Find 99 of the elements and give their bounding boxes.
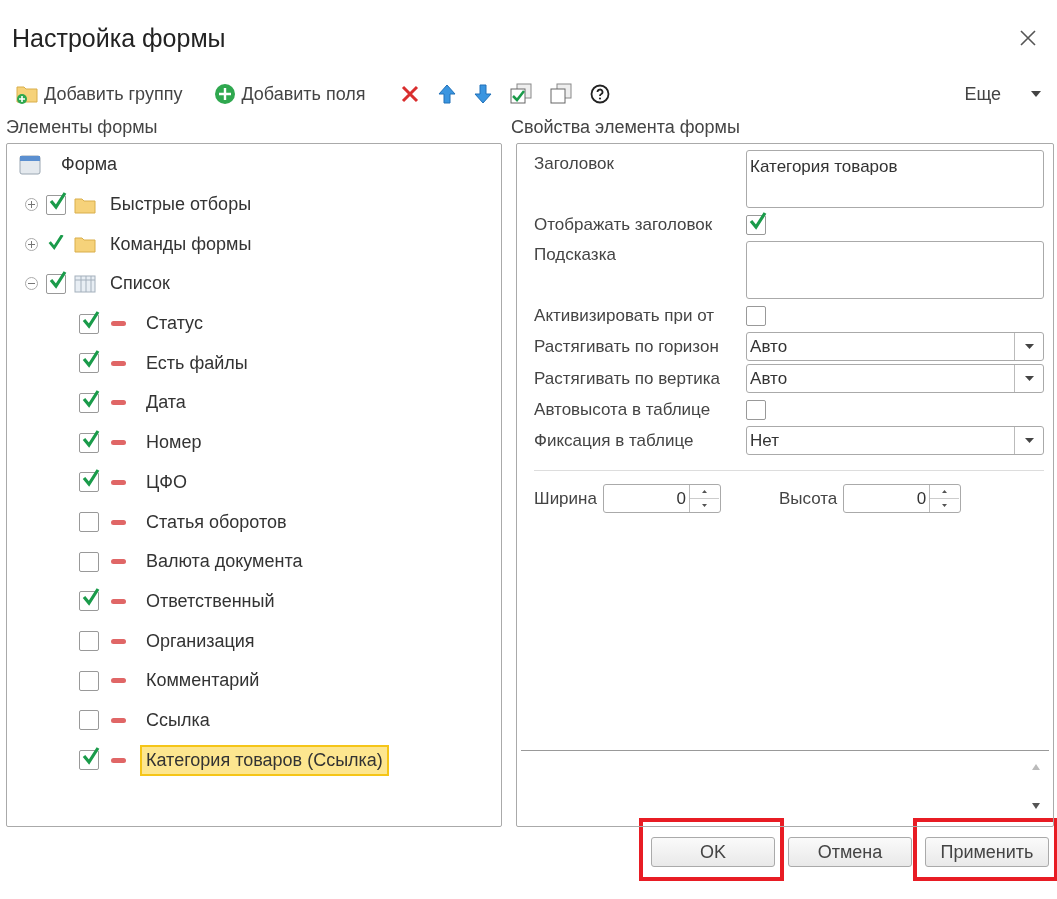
help-icon[interactable] [589, 84, 610, 104]
tree-item[interactable]: Номер [140, 427, 208, 459]
checkbox[interactable] [746, 305, 767, 326]
folder-add-icon [15, 83, 39, 105]
tree-item[interactable]: Статья оборотов [140, 506, 293, 538]
field-icon [111, 598, 126, 604]
field-icon [111, 559, 126, 565]
tree-item[interactable]: ЦФО [140, 466, 193, 498]
tree-item[interactable]: Форма [55, 149, 124, 181]
check-icon [81, 468, 101, 489]
caret-icon[interactable] [1024, 438, 1034, 443]
field-icon [111, 360, 126, 366]
dialog-button[interactable]: OK [651, 837, 775, 867]
check-icon [81, 746, 101, 767]
checkbox[interactable] [79, 512, 99, 533]
checkbox[interactable] [79, 392, 99, 413]
field-icon [111, 717, 126, 723]
caret-icon[interactable] [1024, 344, 1034, 349]
checkbox[interactable] [746, 214, 767, 235]
section-title: Свойства элемента формы [511, 116, 741, 139]
text-area[interactable]: Категория товаров [746, 150, 1044, 208]
dialog-button[interactable]: Отмена [788, 837, 912, 867]
checkbox[interactable] [46, 194, 66, 215]
check-icon [81, 349, 101, 370]
tree-item[interactable]: Список [104, 268, 176, 300]
tree-item[interactable]: Быстрые отборы [104, 189, 258, 221]
field-icon [111, 479, 126, 485]
caret-icon [1031, 91, 1041, 97]
field-icon [111, 757, 126, 763]
field-icon [111, 321, 126, 327]
checkbox[interactable] [79, 670, 99, 691]
tree-item[interactable]: Ответственный [140, 585, 281, 617]
section-title: Элементы формы [6, 116, 159, 139]
pages-icon[interactable] [549, 83, 572, 105]
check-icon [48, 190, 68, 211]
caret-icon[interactable] [1024, 376, 1034, 381]
property-label: Отображать заголовок [534, 213, 714, 236]
checkbox[interactable] [746, 399, 767, 420]
number-field[interactable]: 0 [602, 484, 721, 513]
text-area[interactable] [746, 241, 1044, 299]
table-icon [74, 274, 96, 293]
checkbox[interactable] [79, 432, 99, 453]
field-icon [111, 400, 126, 406]
field-icon [111, 440, 126, 446]
form-icon [19, 154, 41, 175]
checkbox[interactable] [79, 313, 99, 334]
size-label: Ширина [534, 488, 597, 509]
property-label: Автовысота в таблице [534, 398, 712, 421]
property-label: Заголовок [534, 153, 615, 175]
checkbox[interactable] [46, 273, 66, 294]
checkbox[interactable] [79, 710, 99, 731]
check-icon [81, 587, 101, 608]
tree-item[interactable]: Валюта документа [140, 546, 309, 578]
check-icon [81, 388, 101, 409]
arrow-down-icon[interactable] [473, 84, 492, 104]
check-icon [48, 269, 68, 290]
property-label: Фиксация в таблице [534, 429, 695, 452]
tree-item[interactable]: Категория товаров (Ссылка) [140, 744, 389, 776]
property-label: Активизировать при от [534, 304, 716, 327]
arrow-up-icon[interactable] [437, 84, 456, 104]
dropdown-field[interactable]: Авто [746, 332, 1044, 361]
tree-item[interactable]: Комментарий [140, 665, 266, 697]
property-label: Подсказка [534, 244, 617, 266]
dropdown-field[interactable]: Нет [746, 426, 1044, 455]
window-title: Настройка формы [12, 23, 226, 53]
tree-item[interactable]: Организация [140, 625, 261, 657]
folder-icon [74, 235, 96, 254]
dropdown-field[interactable]: Авто [746, 364, 1044, 393]
checkbox[interactable] [79, 631, 99, 652]
tree-item[interactable]: Дата [140, 387, 192, 419]
checkbox[interactable] [79, 472, 99, 493]
checked-pages-icon[interactable] [509, 83, 532, 105]
number-field[interactable]: 0 [843, 484, 962, 513]
tree-item[interactable]: Есть файлы [140, 347, 254, 379]
checkbox[interactable] [79, 591, 99, 612]
field-icon [111, 519, 126, 525]
property-label: Растягивать по горизон [534, 335, 720, 358]
checkbox[interactable] [79, 750, 99, 771]
delete-icon[interactable] [399, 84, 420, 104]
property-label: Растягивать по вертика [534, 367, 722, 390]
check-icon [81, 428, 101, 449]
tree-item[interactable]: Команды формы [104, 228, 258, 260]
tree-item[interactable]: Ссылка [140, 704, 216, 736]
scroll-up-icon[interactable] [1032, 764, 1040, 770]
add-field-button[interactable]: Добавить поля [211, 81, 369, 107]
add-group-button[interactable]: Добавить группу [12, 81, 186, 107]
plus-icon [214, 83, 237, 105]
size-label: Высота [778, 488, 838, 509]
field-icon [111, 638, 126, 644]
checkbox[interactable] [79, 353, 99, 374]
more-button[interactable]: Еще [960, 81, 1045, 107]
dialog-button[interactable]: Применить [925, 837, 1049, 867]
check-icon [748, 210, 769, 231]
checkbox[interactable] [79, 551, 99, 572]
tree-item[interactable]: Статус [140, 308, 209, 340]
folder-icon [74, 195, 96, 214]
check-icon [81, 309, 101, 330]
scroll-down-icon[interactable] [1032, 803, 1040, 809]
field-icon [111, 678, 126, 684]
